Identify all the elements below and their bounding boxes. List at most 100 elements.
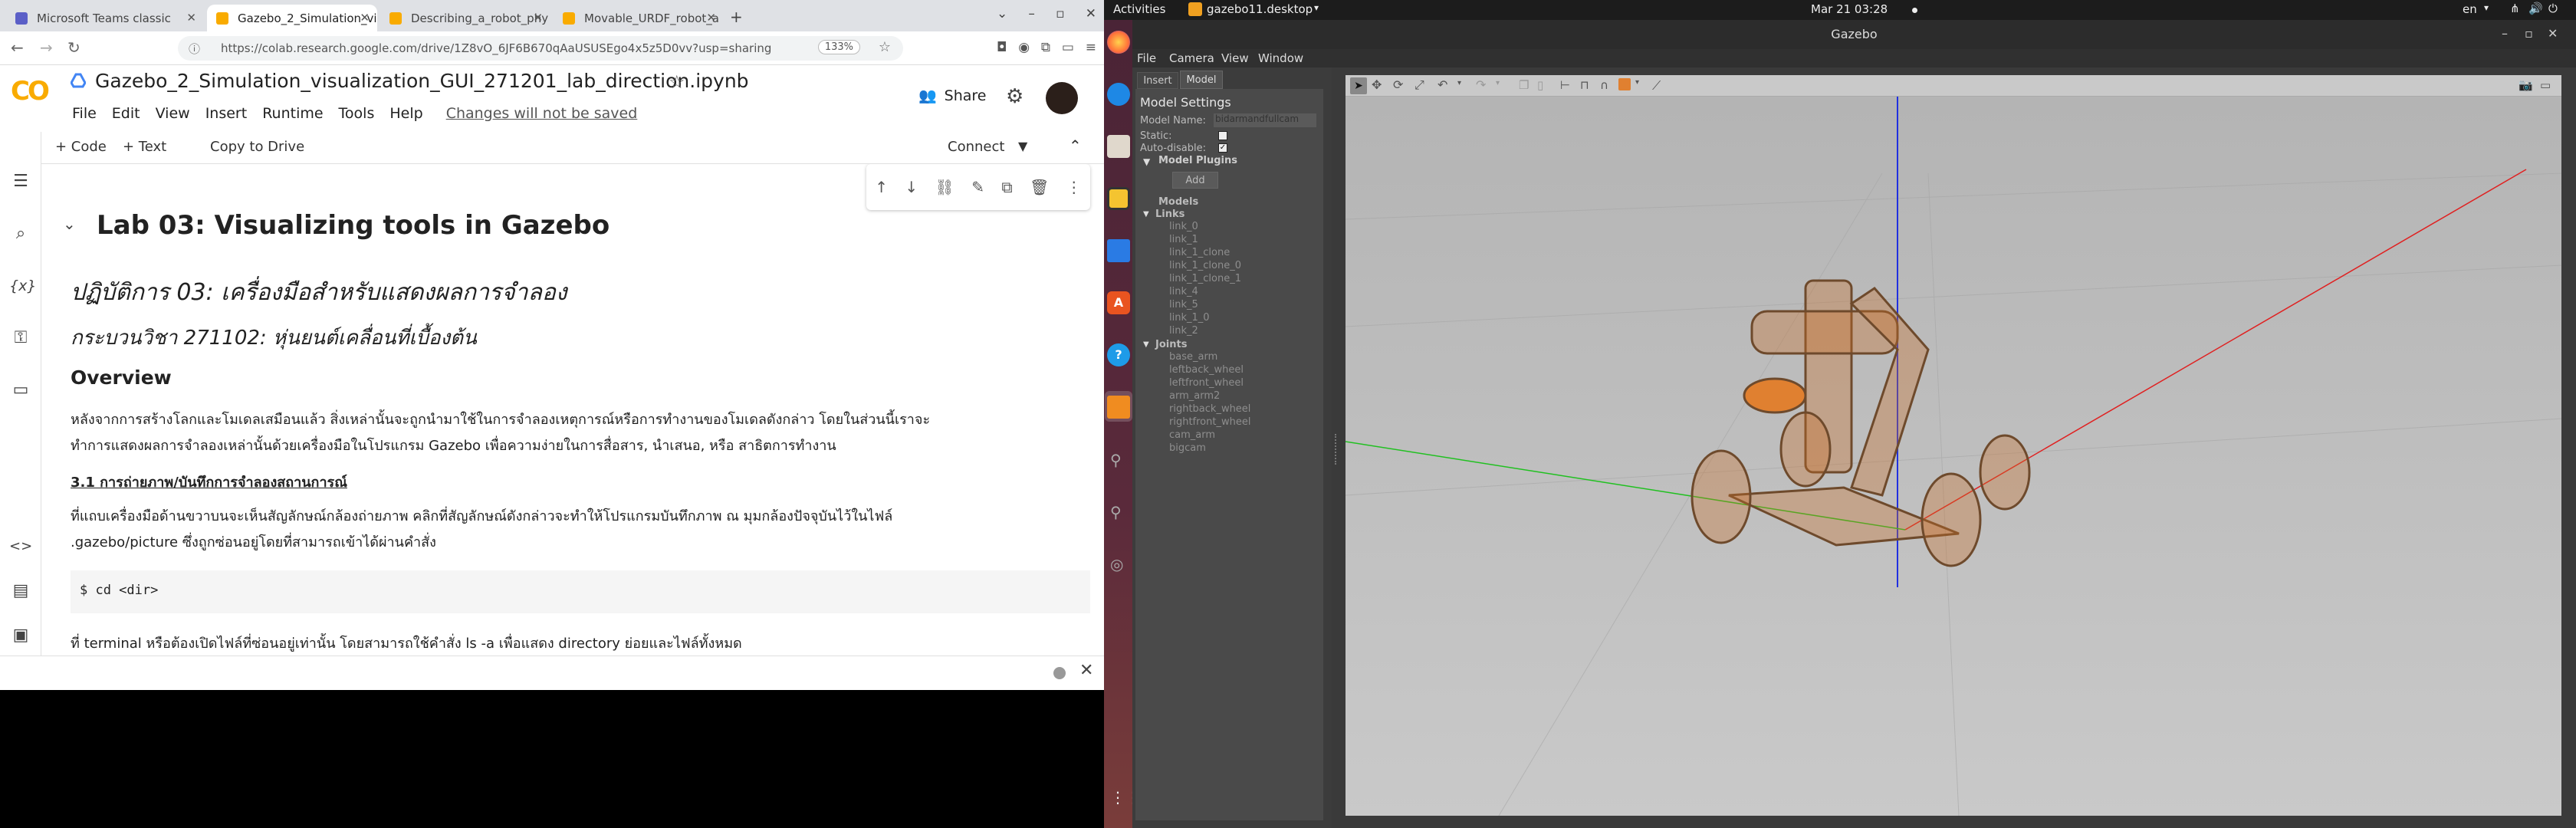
language-indicator[interactable]: en bbox=[2463, 2, 2477, 16]
view-dropdown-icon[interactable]: ▾ bbox=[1635, 78, 1639, 87]
firefox-icon[interactable] bbox=[1107, 31, 1130, 54]
command-palette-icon[interactable]: ▤ bbox=[9, 580, 32, 603]
browser-tab-gazebo-sim[interactable]: Gazebo_2_Simulation_vi ✕ bbox=[207, 5, 377, 31]
sidepanel-icon[interactable]: ▭ bbox=[1062, 40, 1074, 55]
add-text-button[interactable]: + Text bbox=[123, 139, 166, 155]
back-icon[interactable]: ← bbox=[11, 38, 24, 57]
settings-gear-icon[interactable]: ⚙ bbox=[1006, 85, 1024, 108]
joints-expand-icon[interactable]: ▼ bbox=[1143, 340, 1149, 349]
move-cell-up-icon[interactable]: ↑ bbox=[875, 178, 888, 196]
notebook-title[interactable]: Gazebo_2_Simulation_visualization_GUI_27… bbox=[95, 70, 749, 92]
forward-icon[interactable]: → bbox=[40, 38, 53, 57]
help-icon[interactable]: ? bbox=[1107, 343, 1130, 366]
search-icon[interactable]: ⌕ bbox=[9, 222, 32, 245]
power-icon[interactable]: ⏻ bbox=[2548, 2, 2558, 15]
reload-icon[interactable]: ↻ bbox=[67, 38, 80, 57]
redo-history-icon[interactable]: ▾ bbox=[1496, 79, 1500, 87]
measure-icon[interactable]: ⟋ bbox=[1652, 78, 1661, 94]
record-video-icon[interactable]: ▭ bbox=[2540, 78, 2551, 92]
panel-splitter-handle[interactable] bbox=[1335, 434, 1339, 465]
gazebo-dock-icon[interactable] bbox=[1107, 396, 1130, 419]
add-plugin-button[interactable]: Add bbox=[1172, 172, 1218, 189]
files-icon[interactable] bbox=[1107, 135, 1130, 158]
disc-icon[interactable]: ◎ bbox=[1110, 555, 1123, 573]
copy-to-drive-button[interactable]: Copy to Drive bbox=[210, 139, 304, 155]
link-item[interactable]: link_1_0 bbox=[1169, 312, 1210, 324]
rhythmbox-icon[interactable] bbox=[1107, 187, 1130, 210]
edit-cell-icon[interactable]: ✎ bbox=[971, 178, 984, 196]
joint-item[interactable]: cam_arm bbox=[1169, 429, 1215, 441]
translate-mode-icon[interactable]: ✥ bbox=[1372, 77, 1382, 92]
collapse-section-icon[interactable]: ⌄ bbox=[63, 215, 76, 233]
select-mode-icon[interactable]: ➤ bbox=[1350, 77, 1367, 94]
plugins-expand-icon[interactable]: ▼ bbox=[1143, 156, 1150, 167]
unsaved-notice[interactable]: Changes will not be saved bbox=[446, 105, 638, 122]
paste-icon[interactable]: ▯ bbox=[1537, 78, 1543, 92]
close-panel-icon[interactable]: ✕ bbox=[1079, 661, 1093, 680]
tab-insert[interactable]: Insert bbox=[1137, 72, 1178, 89]
connect-button[interactable]: Connect bbox=[948, 139, 1004, 155]
files-folder-icon[interactable]: ▭ bbox=[9, 379, 32, 402]
connect-dropdown-icon[interactable]: ▼ bbox=[1018, 139, 1027, 153]
joint-item[interactable]: rightback_wheel bbox=[1169, 403, 1250, 415]
menu-help[interactable]: Help bbox=[389, 105, 422, 122]
menu-view[interactable]: View bbox=[156, 105, 190, 122]
joint-item[interactable]: base_arm bbox=[1169, 351, 1217, 363]
align-icon[interactable]: ⊢ bbox=[1560, 78, 1570, 92]
model-name-input[interactable]: bidarmandfullcam bbox=[1214, 113, 1316, 127]
close-tab-icon[interactable]: ✕ bbox=[533, 11, 543, 25]
menu-view[interactable]: View bbox=[1221, 51, 1249, 65]
links-expand-icon[interactable]: ▼ bbox=[1143, 210, 1149, 219]
network-icon[interactable]: ⋔ bbox=[2510, 2, 2520, 15]
link-item[interactable]: link_5 bbox=[1169, 299, 1198, 310]
minimize-icon[interactable]: – bbox=[2502, 26, 2508, 41]
close-window-icon[interactable]: ✕ bbox=[2548, 26, 2558, 41]
software-center-icon[interactable]: A bbox=[1107, 291, 1130, 314]
autodisable-checkbox[interactable]: ✓ bbox=[1218, 143, 1227, 153]
joint-item[interactable]: leftfront_wheel bbox=[1169, 377, 1244, 389]
tab-search-icon[interactable]: ⌄ bbox=[997, 6, 1007, 21]
link-cell-icon[interactable]: ⛓ bbox=[935, 178, 954, 196]
joint-item[interactable]: leftback_wheel bbox=[1169, 364, 1244, 376]
joint-item[interactable]: bigcam bbox=[1169, 442, 1206, 454]
app-menu-arrow-icon[interactable]: ▾ bbox=[1314, 2, 1319, 13]
writer-icon[interactable] bbox=[1107, 239, 1130, 262]
terminal-icon[interactable]: ▣ bbox=[9, 624, 32, 647]
link-item[interactable]: link_1_clone bbox=[1169, 247, 1230, 258]
redo-icon[interactable]: ↷ bbox=[1476, 77, 1486, 92]
move-cell-down-icon[interactable]: ↓ bbox=[905, 178, 918, 196]
menu-file[interactable]: File bbox=[1137, 51, 1156, 65]
menu-window[interactable]: Window bbox=[1258, 51, 1303, 65]
avatar[interactable] bbox=[1046, 82, 1078, 114]
collapse-header-icon[interactable]: ⌃ bbox=[1069, 136, 1082, 155]
minimize-icon[interactable]: – bbox=[1028, 6, 1035, 21]
maximize-icon[interactable]: ▫ bbox=[2525, 26, 2533, 41]
more-options-icon[interactable]: ⋮ bbox=[1066, 178, 1082, 196]
browser-tab-describing[interactable]: Describing_a_robot_phy ✕ bbox=[380, 5, 550, 31]
delete-cell-icon[interactable]: 🗑 bbox=[1030, 178, 1049, 196]
usb-drive-icon[interactable]: ⚲ bbox=[1110, 451, 1122, 469]
copy-icon[interactable]: ❐ bbox=[1519, 78, 1529, 92]
app-menu[interactable]: gazebo11.desktop bbox=[1207, 2, 1313, 16]
activities-button[interactable]: Activities bbox=[1113, 2, 1165, 16]
scale-mode-icon[interactable]: ⤢ bbox=[1414, 77, 1424, 93]
link-item[interactable]: link_0 bbox=[1169, 221, 1198, 232]
menu-insert[interactable]: Insert bbox=[205, 105, 248, 122]
menu-tools[interactable]: Tools bbox=[339, 105, 375, 122]
table-of-contents-icon[interactable]: ☰ bbox=[9, 170, 32, 193]
undo-icon[interactable]: ↶ bbox=[1438, 77, 1447, 92]
menu-edit[interactable]: Edit bbox=[112, 105, 140, 122]
profile-icon[interactable]: ◉ bbox=[1018, 40, 1030, 55]
menu-file[interactable]: File bbox=[72, 105, 97, 122]
change-view-icon[interactable] bbox=[1618, 78, 1631, 90]
bookmark-star-icon[interactable]: ☆ bbox=[879, 39, 891, 55]
static-checkbox[interactable] bbox=[1218, 131, 1227, 140]
new-tab-icon[interactable]: + bbox=[730, 8, 743, 26]
star-notebook-icon[interactable]: ☆ bbox=[669, 71, 685, 93]
restore-icon[interactable]: ▫ bbox=[1056, 6, 1065, 21]
snap-icon[interactable]: ⊓ bbox=[1580, 78, 1589, 92]
address-bar[interactable]: ⓘ https://colab.research.google.com/driv… bbox=[178, 36, 903, 61]
close-tab-icon[interactable]: ✕ bbox=[186, 11, 196, 25]
pocket-icon[interactable]: ◘ bbox=[997, 40, 1007, 55]
secrets-key-icon[interactable]: ⚿ bbox=[9, 327, 32, 350]
